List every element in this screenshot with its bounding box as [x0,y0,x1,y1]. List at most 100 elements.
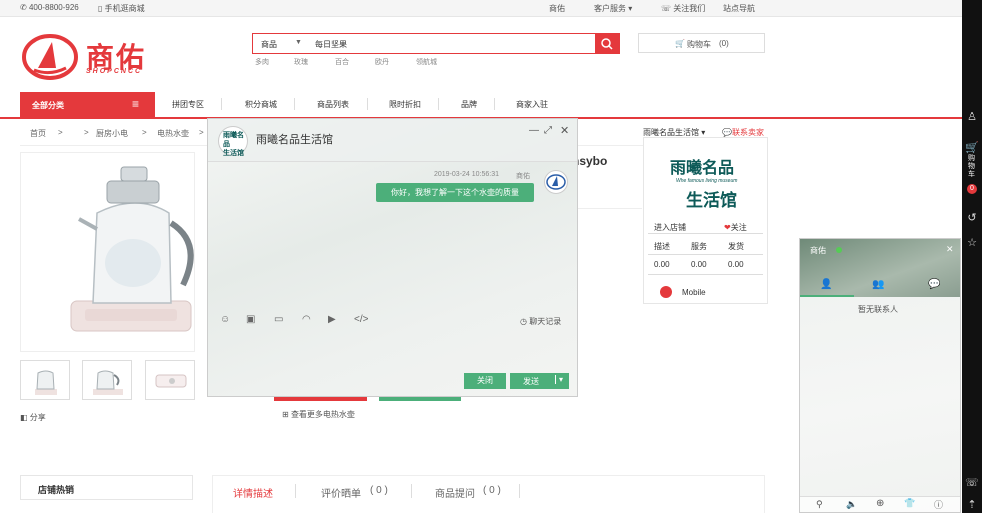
search-icon[interactable]: ⚲ [816,499,823,510]
site-logo[interactable]: 商佑 SHOPCNCC [22,34,182,80]
add-icon[interactable]: ⊕ [876,498,884,509]
product-main-image[interactable] [20,152,195,352]
tab-detail[interactable]: 详情描述 [233,485,273,500]
wechat-icon: ☏ [661,4,672,13]
score-label: 描述 [654,242,670,251]
image-icon[interactable]: ▣ [246,314,255,325]
tab-divider [295,484,296,498]
search-scope-select[interactable]: 商品 [261,39,277,50]
tab-divider [411,484,412,498]
cart-icon: 🛒 [675,39,685,48]
online-status-icon [836,247,842,253]
sound-icon[interactable]: 🔈 [846,499,857,510]
follow-store-button[interactable]: ❤关注 [724,222,747,233]
nav-item-merchant-join[interactable]: 商家入驻 [516,99,548,110]
chat-close-button[interactable]: 关闭 [464,373,506,389]
score-label: 服务 [691,242,707,251]
message-sender: 商佑 [516,173,530,180]
mobile-mall-link[interactable]: ▯ 手机逛商城 [98,3,145,14]
search-button[interactable] [595,34,619,53]
chat-header[interactable]: 雨曦名品 生活馆 雨曦名品生活馆 — ⤢ ✕ [208,119,577,162]
user-icon[interactable]: ♙ [965,110,979,124]
product-thumbnail[interactable] [20,360,70,400]
breadcrumb-separator: > [142,128,147,137]
mobile-link[interactable]: Mobile [682,288,706,297]
logo-boat-icon [546,174,566,190]
score-value: 0.00 [691,260,707,269]
sidebar-cart-label[interactable]: 购物车 [968,155,976,179]
emoji-icon[interactable]: ☺ [220,314,230,325]
top-link-shangyou[interactable]: 商佑 [549,3,565,14]
contacts-header: 商佑 ✕ 👤 👥 💬 [800,239,960,297]
message-timestamp: 2019-03-24 10:56:31 [434,171,499,178]
chevron-down-icon[interactable]: ▾ [555,375,563,384]
breadcrumb-home[interactable]: 首页 [30,128,46,139]
hotword-link[interactable]: 玫瑰 [294,57,308,67]
tab-questions[interactable]: 商品提问 [435,485,475,500]
top-link-sitemap[interactable]: 站点导航 [723,3,755,14]
close-icon[interactable]: ✕ [560,124,569,137]
logo-boat-icon [22,34,78,80]
top-link-service[interactable]: 客户服务 ▾ [594,3,632,14]
video-icon[interactable]: ▶ [328,314,336,325]
nav-item-group-buy[interactable]: 拼团专区 [172,99,204,110]
hotword-link[interactable]: 领航城 [416,57,437,67]
hotword-link[interactable]: 多肉 [255,57,269,67]
kettle-thumbnail-icon [35,370,57,395]
kettle-thumbnail-icon [93,370,123,395]
history-icon[interactable]: ↺ [965,211,979,225]
minimize-icon[interactable]: — [529,125,539,136]
user-avatar [544,170,568,194]
product-thumbnail[interactable] [82,360,132,400]
hotword-link[interactable]: 百合 [335,57,349,67]
chat-history-button[interactable]: ◷ 聊天记录 [520,316,561,327]
store-logo-line2: 生活馆 [686,191,737,210]
cart-label: 购物车 [687,40,711,49]
service-icon[interactable]: ☏ [965,476,979,490]
chat-bubble-icon[interactable]: 💬 [928,279,940,290]
nav-item-brand[interactable]: 品牌 [461,99,477,110]
code-icon[interactable]: </> [354,314,368,325]
tab-reviews[interactable]: 评价晒单 [321,485,361,500]
cart-icon[interactable]: 🛒 [965,141,979,155]
store-hot-sales-tab[interactable]: 店铺热销 [20,475,193,500]
enter-store-link[interactable]: 进入店铺 [654,222,686,233]
active-tab-indicator [800,295,854,297]
breadcrumb-kettle[interactable]: 电热水壶 [157,128,189,139]
cart-button[interactable]: 🛒 购物车 (0) [638,33,765,53]
back-to-top-icon[interactable]: ⇡ [965,498,979,512]
close-icon[interactable]: ✕ [946,244,954,255]
folder-icon[interactable]: ▭ [274,314,283,325]
hotword-link[interactable]: 欧丹 [375,57,389,67]
store-logo-sub: Whe famous living museum [676,178,738,184]
share-button[interactable]: ◧ 分享 [20,412,46,423]
top-link-follow[interactable]: ☏ 关注我们 [661,3,705,14]
info-icon[interactable]: ⓘ [934,498,943,511]
person-icon[interactable]: 👤 [820,279,832,290]
chat-send-button[interactable]: 发送 ▾ [510,373,569,389]
star-icon[interactable]: ☆ [965,236,979,250]
skin-icon[interactable]: 👕 [904,498,915,509]
nav-item-points-mall[interactable]: 积分商城 [245,99,277,110]
store-panel: 雨曦名品 Whe famous living museum 生活馆 进入店铺 ❤… [643,137,768,304]
group-icon[interactable]: 👥 [872,279,884,290]
contacts-panel[interactable]: 商佑 ✕ 👤 👥 💬 暂无联系人 ⚲ 🔈 ⊕ 👕 ⓘ [799,238,961,513]
product-thumbnail[interactable] [145,360,195,400]
nav-item-product-list[interactable]: 商品列表 [317,99,349,110]
all-categories-button[interactable]: 全部分类 ≡ [20,92,155,118]
kettle-image [70,166,194,332]
tab-questions-count: ( 0 ) [483,485,501,496]
tab-divider [519,484,520,498]
maximize-icon[interactable]: ⤢ [544,125,552,136]
search-input[interactable]: 每日坚果 [315,39,347,50]
chat-window[interactable]: 雨曦名品 生活馆 雨曦名品生活馆 — ⤢ ✕ 2019-03-24 10:56:3… [207,118,578,397]
nav-item-flash-sale[interactable]: 限时折扣 [389,99,421,110]
headset-icon[interactable]: ◠ [302,314,311,325]
score-value: 0.00 [654,260,670,269]
chat-history-label: 聊天记录 [529,317,562,326]
more-kettle-link[interactable]: ⊞ 查看更多电热水壶 [282,409,355,420]
contacts-user: 商佑 [810,246,826,255]
mobile-mall-label: 手机逛商城 [104,4,145,13]
search-icon [601,38,613,50]
breadcrumb-kitchen[interactable]: 厨房小电 [96,128,128,139]
